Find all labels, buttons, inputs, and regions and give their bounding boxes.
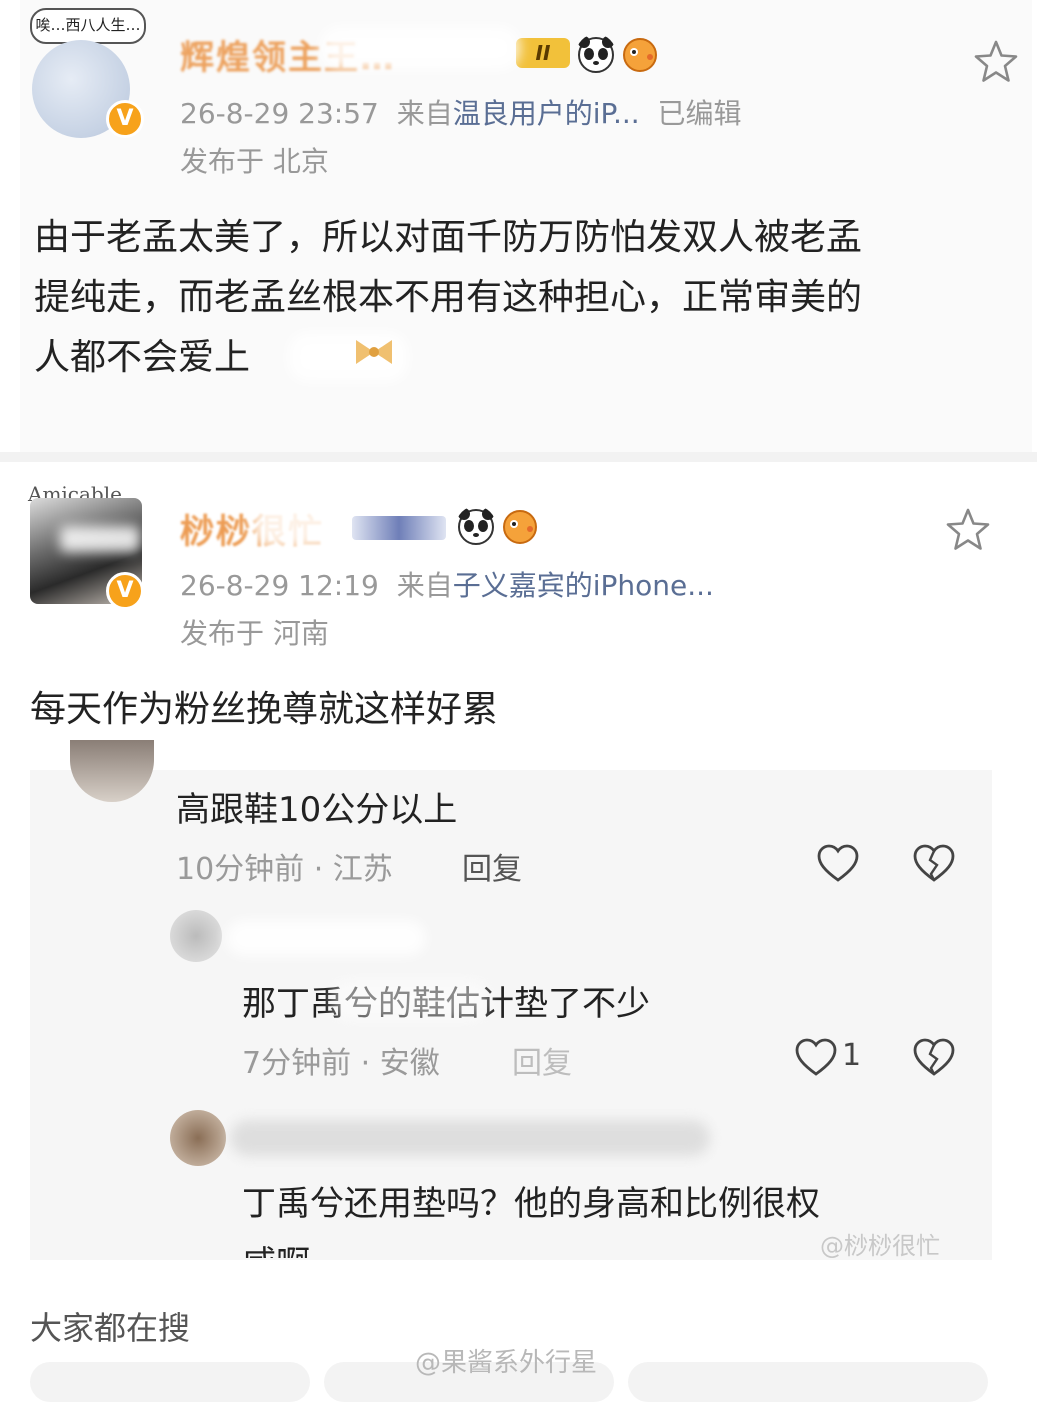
verified-badge-icon: V — [106, 572, 144, 610]
comment-text: 威啊 — [242, 1236, 310, 1258]
star-icon[interactable] — [944, 506, 992, 554]
comment-meta: 7分钟前 · 安徽 — [242, 1046, 440, 1081]
heart-icon[interactable] — [816, 842, 860, 886]
level-badge — [352, 516, 446, 540]
post-body-line: 由于老孟太美了，所以对面千防万防怕发双人被老孟 — [34, 217, 863, 258]
commenter-name-blur — [230, 1120, 710, 1156]
panda-emoji-icon — [458, 508, 494, 545]
broken-heart-icon[interactable] — [912, 1036, 956, 1080]
embedded-comments-screenshot: 高跟鞋10公分以上 10分钟前 · 江苏 回复 那丁禹兮的鞋估计垫了不少 7分钟… — [30, 740, 992, 1260]
section-title: 大家都在搜 — [30, 1309, 191, 1347]
reply-button[interactable]: 回复 — [512, 1038, 572, 1082]
source-prefix: 来自 — [396, 97, 453, 130]
post-body: 每天作为粉丝挽尊就这样好累 — [30, 689, 499, 730]
name-blur-mask — [320, 26, 520, 70]
bow-emoji-icon — [356, 340, 392, 364]
post-divider — [0, 452, 1037, 462]
comment-text: 高跟鞋10公分以上 — [176, 790, 458, 830]
broken-heart-icon[interactable] — [912, 842, 956, 886]
watermark: @果酱系外行星 — [415, 1348, 598, 1378]
timestamp: 26-8-29 23:57 — [180, 97, 379, 130]
timestamp: 26-8-29 12:19 — [180, 569, 379, 602]
commenter-avatar[interactable] — [70, 740, 154, 802]
commenter-avatar[interactable] — [170, 1110, 226, 1166]
search-chip[interactable] — [30, 1362, 310, 1402]
post-card-1: 唉…西八人生… V 辉煌领主王… II 26-8-29 23:57 来自温良用户… — [0, 0, 1037, 452]
verified-badge-icon: V — [106, 100, 144, 138]
heart-icon[interactable] — [794, 1036, 838, 1080]
avatar-bubble: 唉…西八人生… — [30, 8, 146, 44]
search-chip[interactable] — [628, 1362, 988, 1402]
post-meta: 26-8-29 12:19 来自子义嘉宾的iPhone... — [180, 564, 714, 604]
edited-label[interactable]: 已编辑 — [658, 97, 742, 130]
like-count: 1 — [842, 1038, 862, 1073]
puffer-emoji-icon — [623, 38, 657, 72]
location: 发布于 北京 — [180, 145, 329, 178]
post-body-line: 提纯走，而老孟丝根本不用有这种担心，正常审美的 — [34, 277, 863, 318]
star-icon[interactable] — [972, 38, 1020, 86]
avatar-blur-mask — [60, 526, 140, 552]
commenter-name-blur — [226, 920, 426, 956]
post-body: 由于老孟太美了，所以对面千防万防怕发双人被老孟 提纯走，而老孟丝根本不用有这种担… — [34, 208, 862, 388]
comment-text-blur — [330, 980, 490, 1020]
panda-emoji-icon — [578, 36, 614, 73]
source-device[interactable]: 温良用户的iP... — [453, 97, 640, 130]
commenter-avatar[interactable] — [170, 910, 222, 962]
comment-meta: 10分钟前 · 江苏 — [176, 852, 393, 887]
watermark: @桫桫很忙 — [820, 1232, 940, 1260]
source-prefix: 来自 — [396, 569, 453, 602]
location: 发布于 河南 — [180, 617, 329, 650]
post-meta: 26-8-29 23:57 来自温良用户的iP... 已编辑 — [180, 92, 742, 132]
source-device[interactable]: 子义嘉宾的iPhone... — [453, 569, 714, 602]
comment-text: 丁禹兮还用垫吗？他的身高和比例很权 — [242, 1184, 820, 1224]
puffer-emoji-icon — [503, 510, 537, 544]
reply-button[interactable]: 回复 — [462, 844, 522, 888]
post-body-line: 人都不会爱上 — [34, 337, 251, 378]
name-blur-mask — [252, 502, 342, 548]
level-badge: II — [516, 38, 570, 68]
